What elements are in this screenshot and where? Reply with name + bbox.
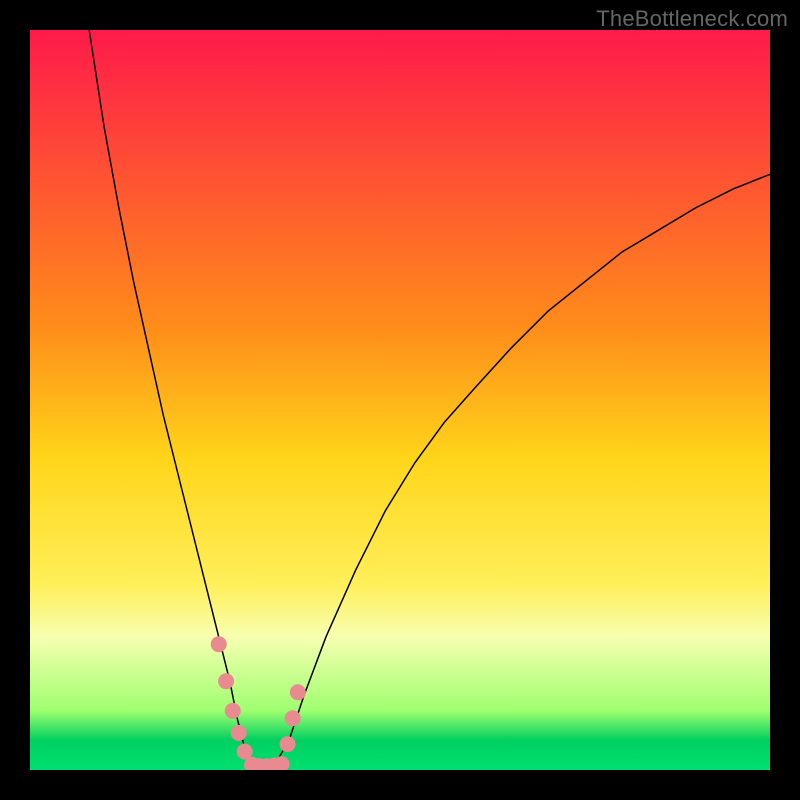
data-point — [290, 684, 306, 700]
data-point — [225, 703, 241, 719]
chart-svg — [30, 30, 770, 770]
data-point — [285, 710, 301, 726]
data-point — [218, 673, 234, 689]
data-point — [231, 725, 247, 741]
watermark-text: TheBottleneck.com — [596, 6, 788, 32]
data-point — [280, 736, 296, 752]
chart-plot-area — [30, 30, 770, 770]
data-point — [211, 636, 227, 652]
chart-background — [30, 30, 770, 770]
